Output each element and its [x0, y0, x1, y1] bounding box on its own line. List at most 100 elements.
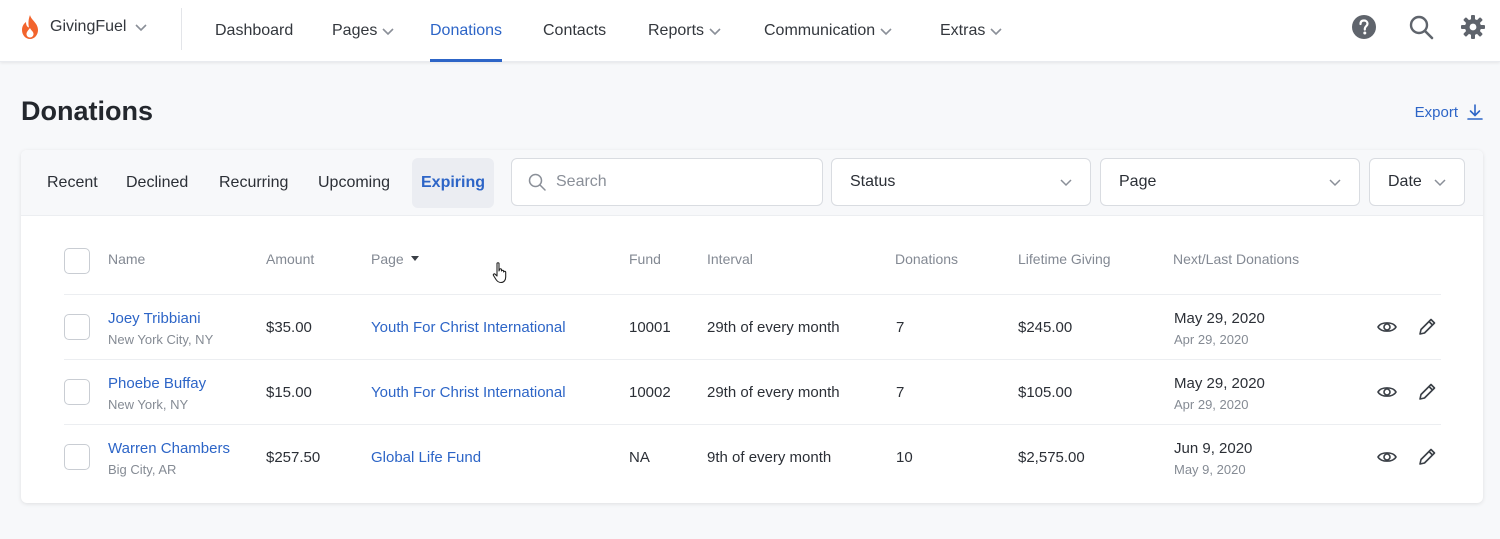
status-select[interactable]: Status: [831, 158, 1091, 206]
edit-pencil-icon[interactable]: [1416, 446, 1438, 468]
sort-caret-down-icon: [410, 256, 419, 261]
last-donation-date: Apr 29, 2020: [1174, 397, 1249, 412]
export-label: Export: [1414, 103, 1458, 121]
nav-dashboard-label: Dashboard: [215, 22, 294, 39]
table-row: Joey Tribbiani New York City, NY $35.00 …: [64, 294, 1441, 359]
lifetime-giving-cell: $105.00: [1018, 384, 1073, 401]
search-input[interactable]: [556, 173, 806, 191]
chevron-down-icon: [135, 24, 148, 32]
view-eye-icon[interactable]: [1376, 381, 1398, 403]
table-header: Name Amount Page Fund Interval Donations…: [21, 216, 1483, 294]
fund-cell: 10001: [629, 319, 671, 336]
page-select-label: Page: [1119, 173, 1157, 190]
brand-name: GivingFuel: [50, 18, 127, 35]
donor-location: Big City, AR: [108, 462, 177, 477]
last-donation-date: Apr 29, 2020: [1174, 332, 1249, 347]
nav-reports-label: Reports: [648, 22, 705, 39]
donor-name-link[interactable]: Warren Chambers: [108, 440, 230, 457]
chevron-down-icon: [1329, 179, 1341, 187]
donations-count-cell: 7: [896, 384, 905, 401]
page-select[interactable]: Page: [1100, 158, 1360, 206]
next-donation-date: May 29, 2020: [1174, 310, 1265, 327]
row-checkbox[interactable]: [64, 444, 90, 470]
hand-pointer-cursor-icon: [492, 262, 507, 284]
page-link[interactable]: Global Life Fund: [371, 449, 481, 466]
nav-extras-label: Extras: [940, 22, 986, 39]
lifetime-giving-cell: $245.00: [1018, 319, 1073, 336]
chevron-down-icon: [880, 28, 892, 36]
next-donation-date: May 29, 2020: [1174, 375, 1265, 392]
donor-name-link[interactable]: Phoebe Buffay: [108, 375, 206, 392]
view-eye-icon[interactable]: [1376, 446, 1398, 468]
search-field[interactable]: [511, 158, 823, 206]
row-checkbox[interactable]: [64, 314, 90, 340]
donor-location: New York, NY: [108, 397, 189, 412]
date-select[interactable]: Date: [1369, 158, 1465, 206]
view-eye-icon[interactable]: [1376, 316, 1398, 338]
amount-cell: $35.00: [266, 319, 312, 336]
search-icon: [528, 173, 546, 191]
tab-recurring[interactable]: Recurring: [210, 158, 297, 208]
nav-extras[interactable]: Extras: [940, 0, 1003, 62]
tab-upcoming[interactable]: Upcoming: [309, 158, 399, 208]
nav-donations[interactable]: Donations: [430, 0, 503, 62]
donations-count-cell: 10: [896, 449, 913, 466]
tab-expiring[interactable]: Expiring: [412, 158, 495, 208]
next-donation-date: Jun 9, 2020: [1174, 440, 1253, 457]
chevron-down-icon: [1434, 179, 1446, 187]
nav-contacts-label: Contacts: [543, 22, 607, 39]
page-link[interactable]: Youth For Christ International: [371, 319, 566, 336]
nav-donations-label: Donations: [430, 22, 503, 39]
tab-declined[interactable]: Declined: [117, 158, 197, 208]
column-interval[interactable]: Interval: [707, 251, 753, 267]
fund-cell: NA: [629, 449, 650, 466]
help-icon[interactable]: [1351, 14, 1377, 40]
nav-communication[interactable]: Communication: [764, 0, 893, 62]
nav-dashboard[interactable]: Dashboard: [215, 0, 293, 62]
table-row: Phoebe Buffay New York, NY $15.00 Youth …: [64, 359, 1441, 424]
search-icon[interactable]: [1408, 14, 1434, 40]
date-select-label: Date: [1388, 173, 1422, 190]
amount-cell: $257.50: [266, 449, 321, 466]
brand-menu[interactable]: GivingFuel: [18, 14, 148, 40]
nav-pages[interactable]: Pages: [332, 0, 395, 62]
column-lifetime-giving[interactable]: Lifetime Giving: [1018, 251, 1111, 267]
column-page-label: Page: [371, 251, 404, 267]
interval-cell: 29th of every month: [707, 319, 840, 336]
page-title: Donations: [21, 96, 153, 126]
donations-card: Recent Declined Recurring Upcoming Expir…: [21, 150, 1483, 503]
column-next-last-donations[interactable]: Next/Last Donations: [1173, 251, 1299, 267]
chevron-down-icon: [990, 28, 1002, 36]
export-button[interactable]: Export: [1415, 103, 1484, 121]
table-row: Warren Chambers Big City, AR $257.50 Glo…: [64, 424, 1441, 489]
row-checkbox[interactable]: [64, 379, 90, 405]
interval-cell: 9th of every month: [707, 449, 832, 466]
select-all-checkbox[interactable]: [64, 248, 90, 274]
fund-cell: 10002: [629, 384, 671, 401]
nav-contacts[interactable]: Contacts: [543, 0, 606, 62]
top-navigation-bar: GivingFuel Dashboard Pages Donations Con…: [0, 0, 1500, 62]
page-link[interactable]: Youth For Christ International: [371, 384, 566, 401]
edit-pencil-icon[interactable]: [1416, 316, 1438, 338]
nav-divider: [181, 8, 182, 50]
last-donation-date: May 9, 2020: [1174, 462, 1246, 477]
download-icon: [1467, 104, 1483, 120]
column-page[interactable]: Page: [371, 251, 420, 267]
tab-recent[interactable]: Recent: [38, 158, 107, 208]
chevron-down-icon: [382, 28, 394, 36]
chevron-down-icon: [709, 28, 721, 36]
column-amount[interactable]: Amount: [266, 251, 314, 267]
chevron-down-icon: [1060, 179, 1072, 187]
edit-pencil-icon[interactable]: [1416, 381, 1438, 403]
interval-cell: 29th of every month: [707, 384, 840, 401]
column-name[interactable]: Name: [108, 251, 145, 267]
column-donations[interactable]: Donations: [895, 251, 958, 267]
donor-location: New York City, NY: [108, 332, 214, 347]
gear-icon[interactable]: [1460, 14, 1486, 40]
lifetime-giving-cell: $2,575.00: [1018, 449, 1085, 466]
column-fund[interactable]: Fund: [629, 251, 661, 267]
nav-reports[interactable]: Reports: [648, 0, 722, 62]
amount-cell: $15.00: [266, 384, 312, 401]
filter-toolbar: Recent Declined Recurring Upcoming Expir…: [21, 150, 1483, 216]
donor-name-link[interactable]: Joey Tribbiani: [108, 310, 201, 327]
